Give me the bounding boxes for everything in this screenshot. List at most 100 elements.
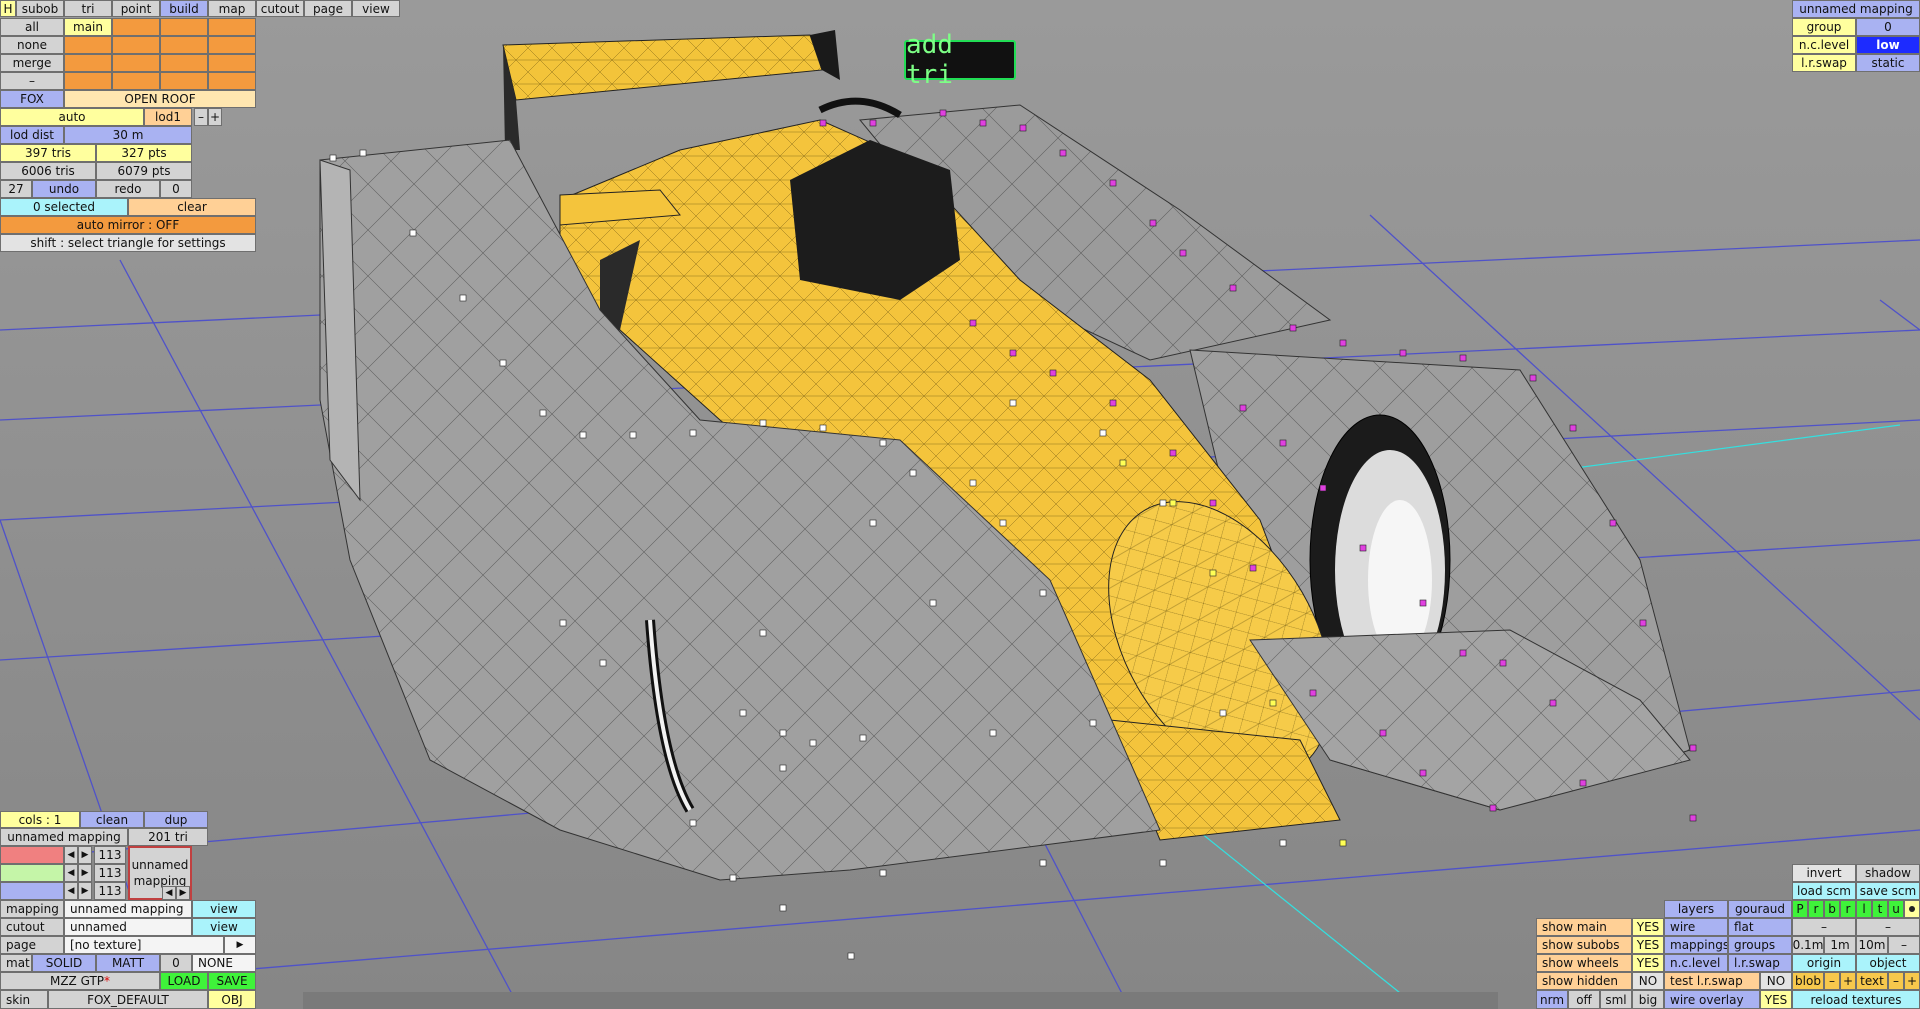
skin-value[interactable]: FOX_DEFAULT [48, 990, 208, 1009]
tab-view[interactable]: view [352, 0, 400, 17]
lr-swap-button[interactable]: l.r.swap [1728, 954, 1792, 972]
arrow-left-button[interactable]: ◀ [64, 864, 78, 882]
layers-button[interactable]: layers [1664, 900, 1728, 918]
reload-textures-button[interactable]: reload textures [1792, 990, 1920, 1009]
blue-value[interactable]: 113 [94, 882, 126, 900]
layer-dot-icon[interactable] [1904, 900, 1920, 918]
fox-button[interactable]: FOX [0, 90, 64, 108]
layer-slot[interactable] [208, 36, 256, 54]
layer-slot[interactable] [208, 72, 256, 90]
mat-number[interactable]: 0 [160, 954, 192, 972]
blob-minus-button[interactable]: – [1824, 972, 1840, 990]
dash-button[interactable]: – [1856, 918, 1920, 936]
undo-button[interactable]: undo [32, 180, 96, 198]
text-minus-button[interactable]: – [1888, 972, 1904, 990]
matt-button[interactable]: MATT [96, 954, 160, 972]
grid-01m-button[interactable]: 0.1m [1792, 936, 1824, 954]
select-all-button[interactable]: all [0, 18, 64, 36]
horizontal-scrollbar[interactable] [303, 992, 1498, 1009]
mapping-view-button[interactable]: view [192, 900, 256, 918]
cutout-value[interactable]: unnamed [64, 918, 192, 936]
invert-button[interactable]: invert [1792, 864, 1856, 882]
groups-button[interactable]: groups [1728, 936, 1792, 954]
auto-mirror-toggle[interactable]: auto mirror : OFF [0, 216, 256, 234]
lod-dist-value[interactable]: 30 m [64, 126, 192, 144]
normals-big-button[interactable]: big [1632, 990, 1664, 1009]
page-next-arrow[interactable]: ▶ [224, 936, 256, 954]
layer-main-button[interactable]: main [64, 18, 112, 36]
layer-slot[interactable] [112, 54, 160, 72]
layer-slot[interactable] [112, 18, 160, 36]
clean-button[interactable]: clean [80, 811, 144, 828]
h-button[interactable]: H [0, 0, 16, 17]
mapping-value[interactable]: unnamed mapping [64, 900, 192, 918]
normals-off-button[interactable]: off [1568, 990, 1600, 1009]
show-hidden-toggle[interactable]: NO [1632, 972, 1664, 990]
cols-mapping-name[interactable]: unnamed mapping [0, 828, 128, 846]
normals-nrm-button[interactable]: nrm [1536, 990, 1568, 1009]
dash-button[interactable]: – [1792, 918, 1856, 936]
layer-u-toggle[interactable]: u [1888, 900, 1904, 918]
page-value[interactable]: [no texture] [64, 936, 224, 954]
layer-slot[interactable] [160, 54, 208, 72]
layer-r2-toggle[interactable]: r [1840, 900, 1856, 918]
layer-p-toggle[interactable]: P [1792, 900, 1808, 918]
color-swatch-blue[interactable] [0, 882, 64, 900]
preview-arrow-left[interactable]: ◀ [162, 886, 176, 900]
layer-slot[interactable] [160, 72, 208, 90]
arrow-left-button[interactable]: ◀ [64, 846, 78, 864]
layer-slot[interactable] [208, 18, 256, 36]
lod-plus-button[interactable]: + [208, 108, 222, 126]
open-roof-button[interactable]: OPEN ROOF [64, 90, 256, 108]
lr-swap-value[interactable]: static [1856, 54, 1920, 72]
gouraud-button[interactable]: gouraud [1728, 900, 1792, 918]
mappings-button[interactable]: mappings [1664, 936, 1728, 954]
tab-cutout[interactable]: cutout [256, 0, 304, 17]
merge-button[interactable]: merge [0, 54, 64, 72]
arrow-right-button[interactable]: ▶ [78, 864, 92, 882]
preview-arrow-right[interactable]: ▶ [176, 886, 190, 900]
tab-page[interactable]: page [304, 0, 352, 17]
solid-button[interactable]: SOLID [32, 954, 96, 972]
arrow-right-button[interactable]: ▶ [78, 882, 92, 900]
wire-overlay-toggle[interactable]: YES [1760, 990, 1792, 1009]
layer-slot[interactable] [64, 72, 112, 90]
save-scm-button[interactable]: save scm [1856, 882, 1920, 900]
dup-button[interactable]: dup [144, 811, 208, 828]
tab-point[interactable]: point [112, 0, 160, 17]
tab-subob[interactable]: subob [16, 0, 64, 17]
show-main-toggle[interactable]: YES [1632, 918, 1664, 936]
mapping-name-button[interactable]: unnamed mapping [1792, 0, 1920, 18]
layer-slot[interactable] [160, 18, 208, 36]
dash-button[interactable]: – [0, 72, 64, 90]
nc-level-value[interactable]: low [1856, 36, 1920, 54]
cutout-view-button[interactable]: view [192, 918, 256, 936]
layer-slot[interactable] [64, 54, 112, 72]
shadow-button[interactable]: shadow [1856, 864, 1920, 882]
clear-selection-button[interactable]: clear [128, 198, 256, 216]
object-button[interactable]: object [1856, 954, 1920, 972]
tab-map[interactable]: map [208, 0, 256, 17]
tab-build[interactable]: build [160, 0, 208, 17]
grid-10m-button[interactable]: 10m [1856, 936, 1888, 954]
layer-slot[interactable] [160, 36, 208, 54]
green-value[interactable]: 113 [94, 864, 126, 882]
layer-t-toggle[interactable]: t [1872, 900, 1888, 918]
layer-r-toggle[interactable]: r [1808, 900, 1824, 918]
color-swatch-red[interactable] [0, 846, 64, 864]
layer-slot[interactable] [64, 36, 112, 54]
arrow-right-button[interactable]: ▶ [78, 846, 92, 864]
auto-lod-button[interactable]: auto [0, 108, 144, 126]
3d-viewport[interactable] [0, 0, 1920, 1009]
grid-1m-button[interactable]: 1m [1824, 936, 1856, 954]
show-wheels-toggle[interactable]: YES [1632, 954, 1664, 972]
redo-button[interactable]: redo [96, 180, 160, 198]
layer-slot[interactable] [208, 54, 256, 72]
grid-dash-button[interactable]: – [1888, 936, 1920, 954]
none-value[interactable]: NONE [192, 954, 256, 972]
load-button[interactable]: LOAD [160, 972, 208, 990]
layer-l-toggle[interactable]: l [1856, 900, 1872, 918]
group-value[interactable]: 0 [1856, 18, 1920, 36]
show-subobs-toggle[interactable]: YES [1632, 936, 1664, 954]
flat-button[interactable]: flat [1728, 918, 1792, 936]
